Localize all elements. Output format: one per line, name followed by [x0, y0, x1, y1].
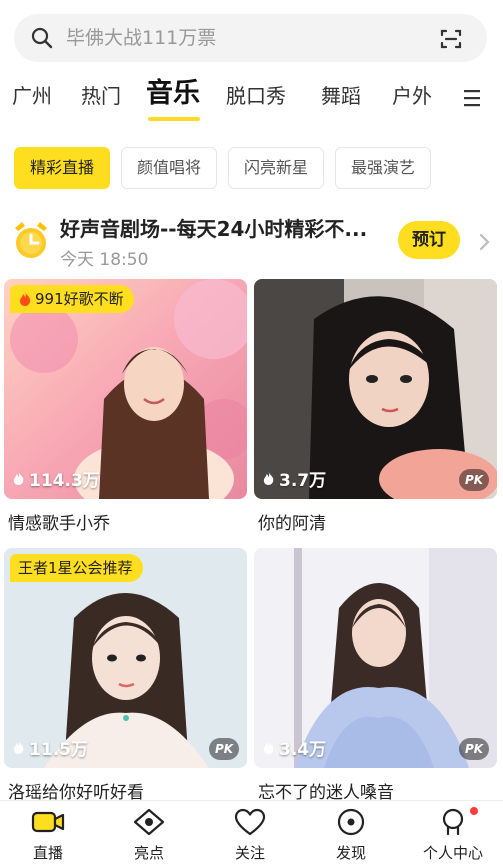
badge-text: 王者1星公会推荐	[18, 559, 133, 577]
flame-icon	[13, 741, 24, 754]
notification-dot	[470, 807, 478, 815]
tab-dance[interactable]: 舞蹈	[321, 78, 361, 114]
menu-icon[interactable]	[462, 88, 484, 112]
search-icon	[30, 26, 54, 54]
reservation-row[interactable]: 好声音剧场--每天24小时精彩不... 今天 18:50 预订	[0, 205, 503, 275]
eye-icon	[132, 807, 166, 841]
stream-thumbnail[interactable]: 991好歌不断 114.3万	[4, 279, 247, 499]
alarm-clock-icon	[11, 218, 51, 266]
stream-thumbnail[interactable]: 王者1星公会推荐 11.5万 PK	[4, 548, 247, 768]
subtab-highlight-live[interactable]: 精彩直播	[14, 147, 110, 189]
streamer-name[interactable]: 情感歌手小乔	[8, 509, 110, 534]
badge-text: 991好歌不断	[35, 290, 124, 308]
search-bar[interactable]: 毕佛大战111万票	[14, 14, 487, 62]
viewer-count: 3.7万	[262, 466, 326, 491]
streamer-name[interactable]: 你的阿清	[258, 509, 326, 534]
nav-discover[interactable]: 发现	[301, 801, 401, 866]
recommend-badge: 王者1星公会推荐	[10, 554, 143, 582]
live-camera-icon	[31, 807, 65, 841]
flame-icon	[263, 741, 274, 754]
nav-follow[interactable]: 关注	[200, 801, 300, 866]
subtab-beauty-singers[interactable]: 颜值唱将	[121, 147, 217, 189]
nav-live[interactable]: 直播	[0, 801, 98, 866]
heart-icon	[233, 807, 267, 841]
reservation-time: 今天 18:50	[60, 250, 149, 270]
tab-outdoor[interactable]: 户外	[392, 78, 432, 114]
flame-icon	[263, 472, 274, 485]
category-tabs: 广州 热门 音乐 脱口秀 舞蹈 户外	[0, 78, 503, 122]
active-tab-indicator	[148, 117, 200, 121]
person-icon	[436, 807, 470, 841]
pk-badge: PK	[209, 738, 239, 760]
stream-thumbnail[interactable]: 3.4万 PK	[254, 548, 497, 768]
fire-icon	[20, 292, 31, 306]
subtab-top-performers[interactable]: 最强演艺	[335, 147, 431, 189]
search-placeholder: 毕佛大战111万票	[66, 27, 217, 49]
scan-icon[interactable]	[439, 27, 463, 55]
nav-profile[interactable]: 个人中心	[403, 801, 503, 866]
tab-guangzhou[interactable]: 广州	[12, 78, 52, 114]
chevron-right-icon[interactable]	[478, 233, 490, 255]
reservation-title: 好声音剧场--每天24小时精彩不...	[60, 217, 368, 241]
tab-popular[interactable]: 热门	[81, 78, 121, 114]
viewer-count: 11.5万	[12, 735, 88, 760]
viewer-count: 114.3万	[12, 466, 100, 491]
recommend-badge: 991好歌不断	[10, 285, 134, 313]
compass-icon	[334, 807, 368, 841]
pk-badge: PK	[459, 738, 489, 760]
stream-thumbnail[interactable]: 3.7万 PK	[254, 279, 497, 499]
subtab-new-stars[interactable]: 闪亮新星	[228, 147, 324, 189]
tab-talkshow[interactable]: 脱口秀	[226, 78, 286, 114]
tab-music[interactable]: 音乐	[146, 76, 200, 112]
reserve-button[interactable]: 预订	[398, 221, 460, 259]
bottom-nav: 直播 亮点 关注 发现 个人中心	[0, 800, 503, 866]
nav-highlights[interactable]: 亮点	[99, 801, 199, 866]
flame-icon	[13, 472, 24, 485]
viewer-count: 3.4万	[262, 735, 326, 760]
pk-badge: PK	[459, 469, 489, 491]
